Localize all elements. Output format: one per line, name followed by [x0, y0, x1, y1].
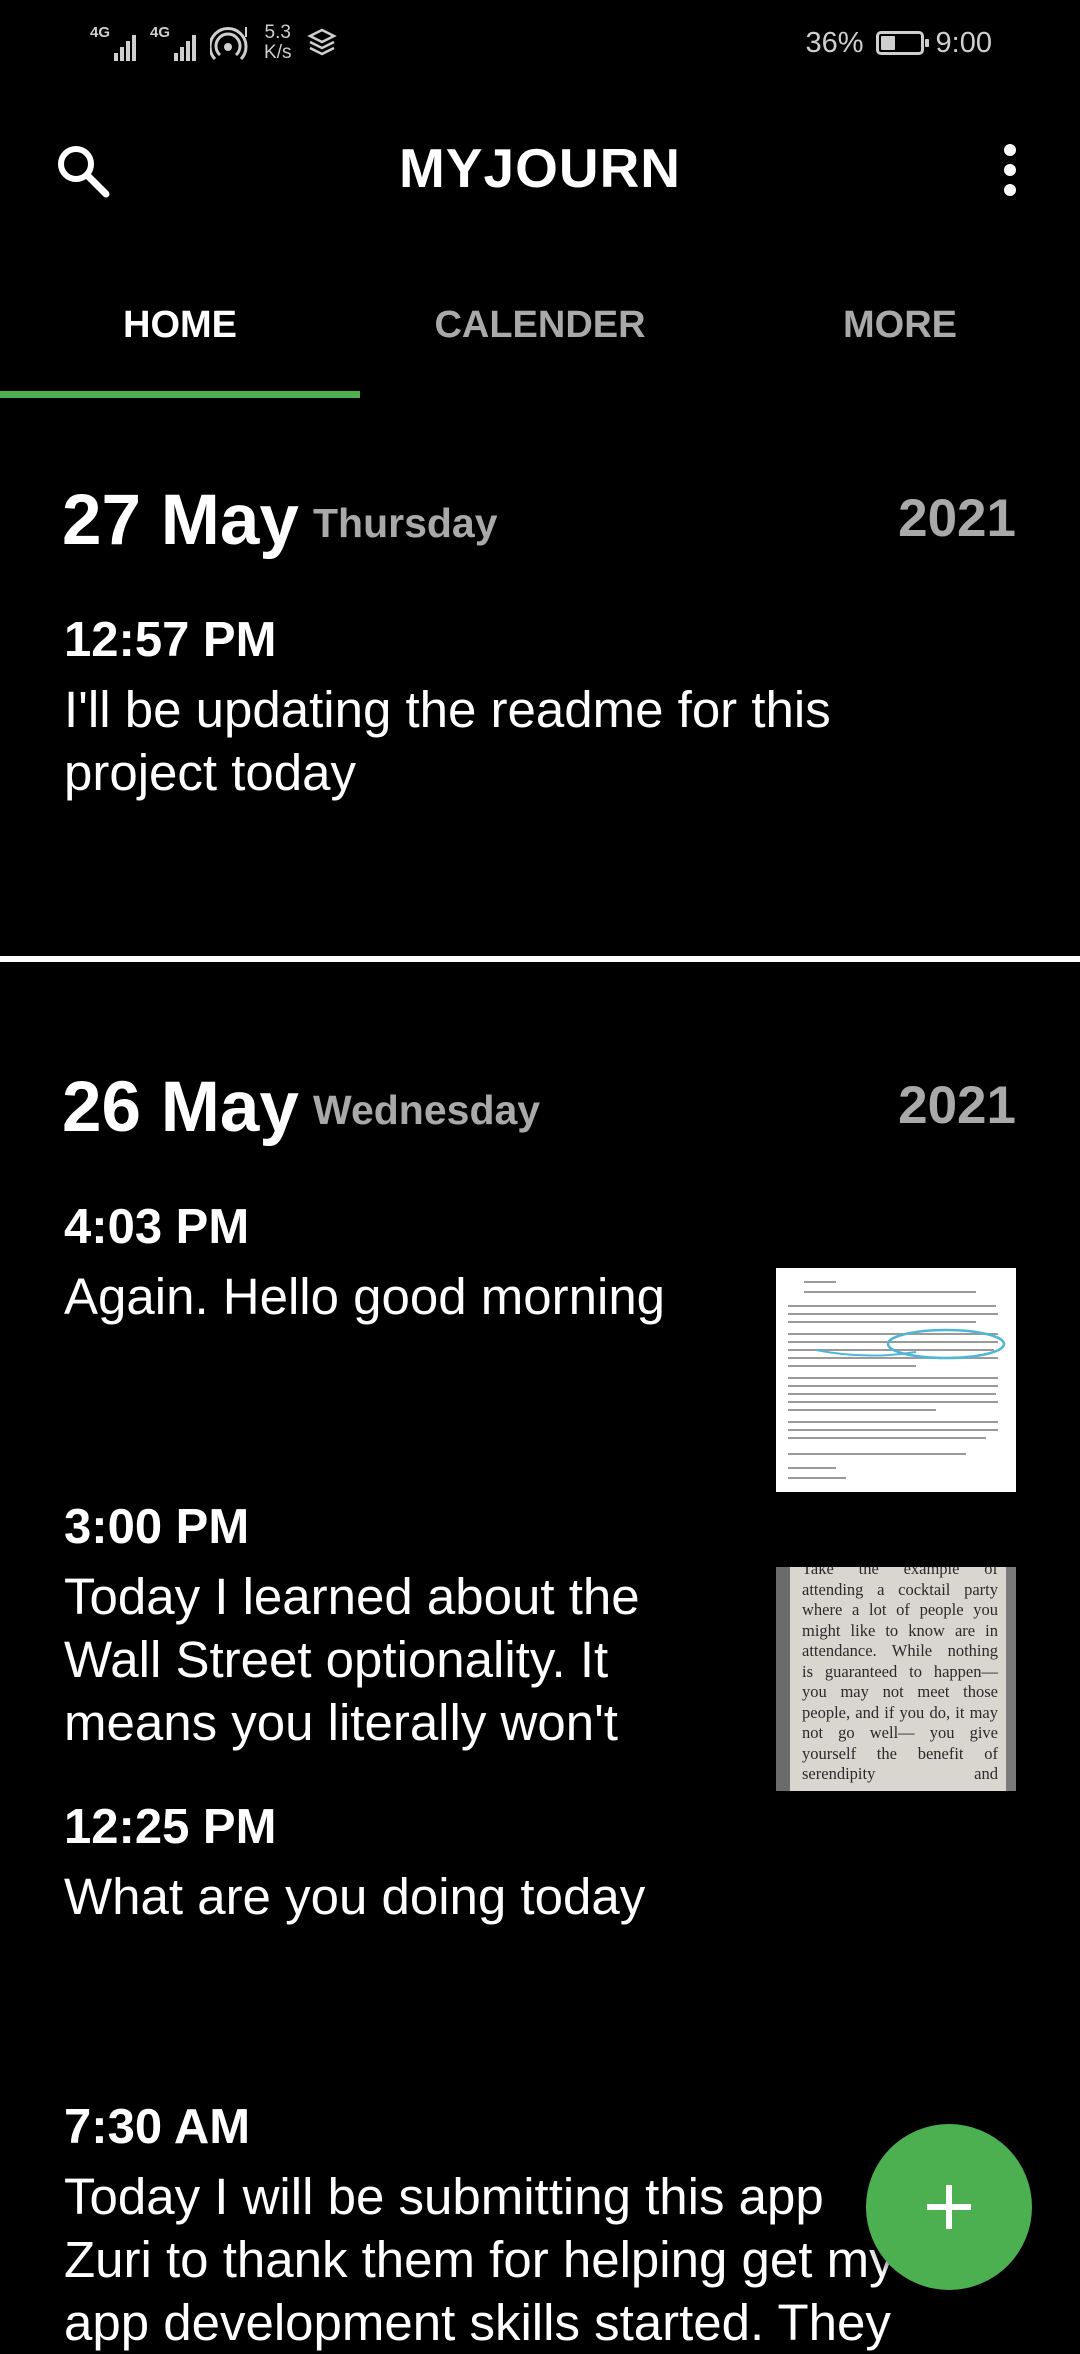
entry-text-line: means you literally won't [64, 1694, 618, 1751]
day-section: 27 May Thursday 2021 12:57 PM I'll be up… [0, 480, 1080, 950]
network-speed: 5.3 K/s [264, 23, 291, 63]
book-text-line: might like to know are in [802, 1620, 998, 1640]
clock: 9:00 [935, 26, 992, 59]
entry-time: 12:57 PM [64, 613, 277, 667]
entry-text-line: Today I learned about the [64, 1568, 640, 1625]
book-text-line: yourself the benefit of [802, 1743, 998, 1763]
battery-percent: 36% [805, 26, 864, 59]
entry-image[interactable]: Take the example of attending a cocktail … [776, 1567, 1016, 1791]
day-date: 26 May [62, 1068, 299, 1147]
notification-app-icon [307, 28, 338, 56]
tab-more[interactable]: MORE [720, 268, 1080, 398]
journal-entry[interactable]: 4:03 PM Again. Hello good morning [64, 1197, 764, 1328]
status-bar: 4G 4G 5.3 K/s 36% 9:00 [0, 0, 1080, 88]
tab-calender[interactable]: CALENDER [360, 268, 720, 398]
tab-home[interactable]: HOME [0, 268, 360, 398]
entry-text: Today I learned about the Wall Street op… [64, 1565, 764, 1754]
more-vert-icon[interactable] [980, 140, 1040, 200]
entry-text-line: What are you doing today [64, 1868, 646, 1925]
book-text-line: you may not meet those [802, 1682, 998, 1701]
book-text-line: is guaranteed to happen— [802, 1661, 998, 1681]
book-text-line: where a lot of people you [802, 1600, 998, 1619]
entry-text-line: Wall Street optionality. It [64, 1631, 609, 1688]
book-text-line: people, and if you do, it may [802, 1702, 998, 1722]
entry-text-line: I'll be updating the readme for this [64, 681, 831, 738]
day-weekday: Thursday [313, 500, 498, 546]
entry-time: 3:00 PM [64, 1500, 250, 1554]
journal-entry[interactable]: 3:00 PM Today I learned about the Wall S… [64, 1497, 764, 1754]
hotspot-icon [210, 27, 248, 61]
add-entry-button[interactable] [866, 2124, 1032, 2290]
journal-entry[interactable]: 12:57 PM I'll be updating the readme for… [64, 610, 964, 804]
app-title: MYJOURN [398, 137, 682, 199]
status-right: 36% 9:00 [806, 18, 993, 68]
journal-entry[interactable]: 12:25 PM What are you doing today [64, 1797, 964, 1928]
book-text-line: attendance. While nothing [802, 1641, 998, 1660]
speed-unit: K/s [264, 42, 292, 63]
entry-text-line: app development skills started. They [64, 2294, 891, 2351]
day-weekday: Wednesday [313, 1087, 541, 1133]
day-header: 26 May Wednesday 2021 [62, 1067, 1016, 1157]
tab-bar: HOME CALENDER MORE [0, 268, 1080, 398]
app-bar: MYJOURN [0, 100, 1080, 240]
entry-image[interactable] [776, 1268, 1016, 1492]
day-header: 27 May Thursday 2021 [62, 480, 1016, 570]
entry-text: What are you doing today [64, 1865, 964, 1928]
day-year: 2021 [898, 1076, 1016, 1135]
book-text-line: attending a cocktail party [802, 1579, 998, 1599]
network-label: 4G [90, 24, 111, 41]
add-icon [927, 2185, 971, 2229]
book-page-text: Take the example of attending a cocktail … [802, 1567, 998, 1785]
entry-text-line: project today [64, 744, 357, 801]
entry-text: I'll be updating the readme for this pro… [64, 678, 964, 804]
status-left: 4G 4G 5.3 K/s [90, 18, 339, 68]
book-text-line: not go well— you give [802, 1723, 998, 1742]
entry-time: 12:25 PM [64, 1800, 277, 1854]
network-label: 4G [150, 24, 171, 41]
day-date: 27 May [62, 481, 299, 560]
day-year: 2021 [898, 489, 1016, 548]
book-text-line: Take the example of [802, 1567, 998, 1578]
entry-text: Again. Hello good morning [64, 1265, 764, 1328]
book-text-line: serendipity and [802, 1764, 998, 1783]
day-divider [0, 956, 1080, 962]
signal-icon: 4G [90, 24, 137, 61]
entry-time: 4:03 PM [64, 1200, 250, 1254]
speed-value: 5.3 [264, 22, 291, 43]
battery-icon [875, 31, 929, 55]
signal-icon: 4G [150, 24, 197, 61]
entry-text-line: Again. Hello good morning [64, 1268, 666, 1325]
